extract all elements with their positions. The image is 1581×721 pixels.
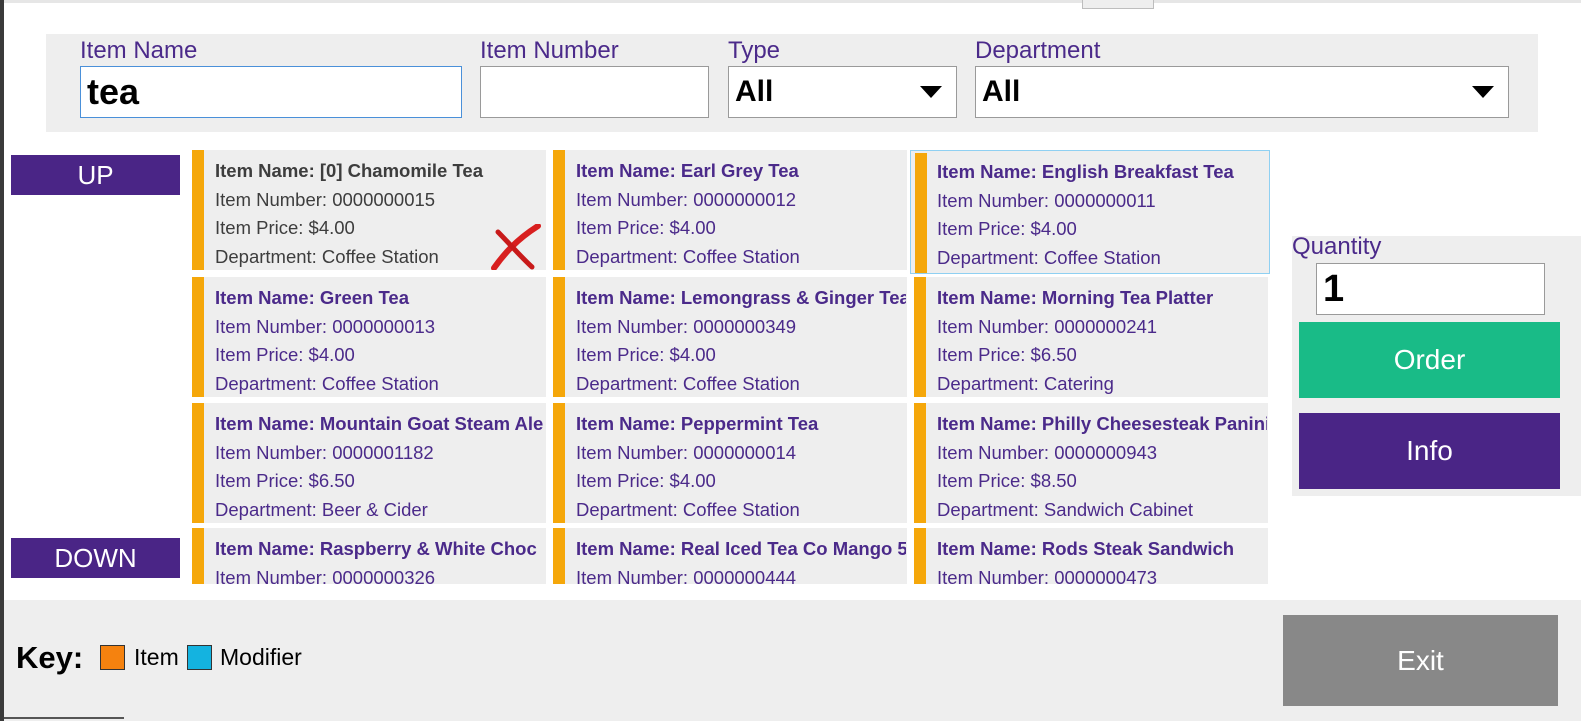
item-tile[interactable]: Item Name: Mountain Goat Steam Ale Item … <box>192 403 546 523</box>
item-department: Department: Coffee Station <box>215 372 439 394</box>
item-tile[interactable]: Item Name: Rods Steak Sandwich Item Numb… <box>914 528 1268 584</box>
item-tile[interactable]: Item Name: Peppermint Tea Item Number: 0… <box>553 403 907 523</box>
item-type-stripe <box>914 277 926 397</box>
item-number: Item Number: 0000000015 <box>215 188 436 210</box>
item-number: Item Number: 0000000014 <box>576 441 797 463</box>
item-type-stripe <box>914 403 926 523</box>
divider <box>4 717 124 719</box>
department-select[interactable]: All <box>975 66 1509 118</box>
item-name: Item Name: Peppermint Tea <box>576 413 819 434</box>
item-price: Item Price: $6.50 <box>937 344 1077 365</box>
item-key-label: Item <box>134 644 179 670</box>
item-price: Item Price: $8.50 <box>937 470 1077 491</box>
item-number: Item Number: 0000000241 <box>937 315 1158 337</box>
item-price: Item Price: $4.00 <box>576 470 716 491</box>
chevron-down-icon <box>1472 86 1494 98</box>
item-number: Item Number: 0000000473 <box>937 566 1158 585</box>
quantity-input[interactable] <box>1316 263 1545 315</box>
item-number: Item Number: 0000000349 <box>576 315 797 337</box>
item-price: Item Price: $4.00 <box>215 344 355 365</box>
red-x-icon <box>491 224 541 270</box>
scroll-down-button[interactable]: DOWN <box>11 538 180 578</box>
type-select[interactable]: All <box>728 66 957 118</box>
item-type-stripe <box>553 150 565 270</box>
item-name: Item Name: Real Iced Tea Co Mango 5 <box>576 538 906 559</box>
item-tile[interactable]: Item Name: Real Iced Tea Co Mango 5 Item… <box>553 528 907 584</box>
item-tile[interactable]: Item Name: Morning Tea Platter Item Numb… <box>914 277 1268 397</box>
item-type-stripe <box>192 277 204 397</box>
item-name: Item Name: Green Tea <box>215 287 409 308</box>
item-department: Department: Beer & Cider <box>215 498 428 520</box>
item-tile[interactable]: Item Name: [0] Chamomile Tea Item Number… <box>192 150 546 270</box>
quantity-label: Quantity <box>1292 233 1382 260</box>
item-tile[interactable]: Item Name: Philly Cheesesteak Panini Ite… <box>914 403 1268 523</box>
key-label: Key: <box>16 640 84 675</box>
window-top-border <box>0 0 1581 3</box>
item-type-stripe <box>192 403 204 523</box>
item-number: Item Number: 0000000943 <box>937 441 1158 463</box>
item-tile[interactable]: Item Name: Lemongrass & Ginger Tea Item … <box>553 277 907 397</box>
item-price: Item Price: $4.00 <box>937 218 1077 239</box>
item-number: Item Number: 0000000011 <box>937 189 1156 211</box>
item-price: Item Price: $4.00 <box>576 344 716 365</box>
item-name: Item Name: English Breakfast Tea <box>937 161 1234 182</box>
item-number: Item Number: 0000001182 <box>215 441 434 463</box>
item-name: Item Name: Lemongrass & Ginger Tea <box>576 287 906 308</box>
info-button[interactable]: Info <box>1299 413 1560 489</box>
item-number-input[interactable] <box>480 66 709 118</box>
item-name: Item Name: Philly Cheesesteak Panini <box>937 413 1267 434</box>
item-grid: Item Name: [0] Chamomile Tea Item Number… <box>192 150 1282 584</box>
item-type-stripe <box>192 150 204 270</box>
item-name: Item Name: Mountain Goat Steam Ale <box>215 413 544 434</box>
item-number: Item Number: 0000000012 <box>576 188 797 210</box>
department-label: Department <box>975 37 1101 64</box>
item-tile[interactable]: Item Name: Earl Grey Tea Item Number: 00… <box>553 150 907 270</box>
type-label: Type <box>728 37 781 64</box>
item-department: Department: Coffee Station <box>576 245 800 267</box>
item-tile[interactable]: Item Name: Raspberry & White Choc Item N… <box>192 528 546 584</box>
modifier-color-swatch <box>187 645 212 670</box>
item-department: Department: Coffee Station <box>937 246 1161 268</box>
item-price: Item Price: $4.00 <box>576 217 716 238</box>
item-department: Department: Coffee Station <box>576 372 800 394</box>
filter-panel: Item Name Item Number Type All Departmen… <box>46 34 1538 132</box>
department-select-value: All <box>982 75 1021 108</box>
scroll-up-button[interactable]: UP <box>11 155 180 195</box>
item-name-input[interactable] <box>80 66 462 118</box>
modifier-key-label: Modifier <box>220 644 302 670</box>
type-select-value: All <box>735 75 774 108</box>
item-name: Item Name: Rods Steak Sandwich <box>937 538 1235 559</box>
item-type-stripe <box>553 528 565 584</box>
item-type-stripe <box>914 528 926 584</box>
item-name-label: Item Name <box>80 37 198 64</box>
item-name: Item Name: [0] Chamomile Tea <box>215 160 483 181</box>
item-color-swatch <box>100 645 125 670</box>
item-name: Item Name: Earl Grey Tea <box>576 160 799 181</box>
item-tile[interactable]: Item Name: Green Tea Item Number: 000000… <box>192 277 546 397</box>
window-tab <box>1082 0 1154 9</box>
item-name: Item Name: Morning Tea Platter <box>937 287 1214 308</box>
order-button[interactable]: Order <box>1299 322 1560 398</box>
chevron-down-icon <box>920 86 942 98</box>
item-type-stripe <box>915 153 927 273</box>
item-number: Item Number: 0000000013 <box>215 315 436 337</box>
item-department: Department: Catering <box>937 372 1114 394</box>
exit-button[interactable]: Exit <box>1283 615 1558 706</box>
item-department: Department: Sandwich Cabinet <box>937 498 1194 520</box>
item-name: Item Name: Raspberry & White Choc <box>215 538 537 559</box>
item-number: Item Number: 0000000444 <box>576 566 797 585</box>
item-number-label: Item Number <box>480 37 619 64</box>
item-department: Department: Coffee Station <box>576 498 800 520</box>
item-price: Item Price: $6.50 <box>215 470 355 491</box>
item-type-stripe <box>553 277 565 397</box>
item-number: Item Number: 0000000326 <box>215 566 436 585</box>
item-type-stripe <box>192 528 204 584</box>
item-tile-selected[interactable]: Item Name: English Breakfast Tea Item Nu… <box>910 150 1270 274</box>
item-type-stripe <box>553 403 565 523</box>
